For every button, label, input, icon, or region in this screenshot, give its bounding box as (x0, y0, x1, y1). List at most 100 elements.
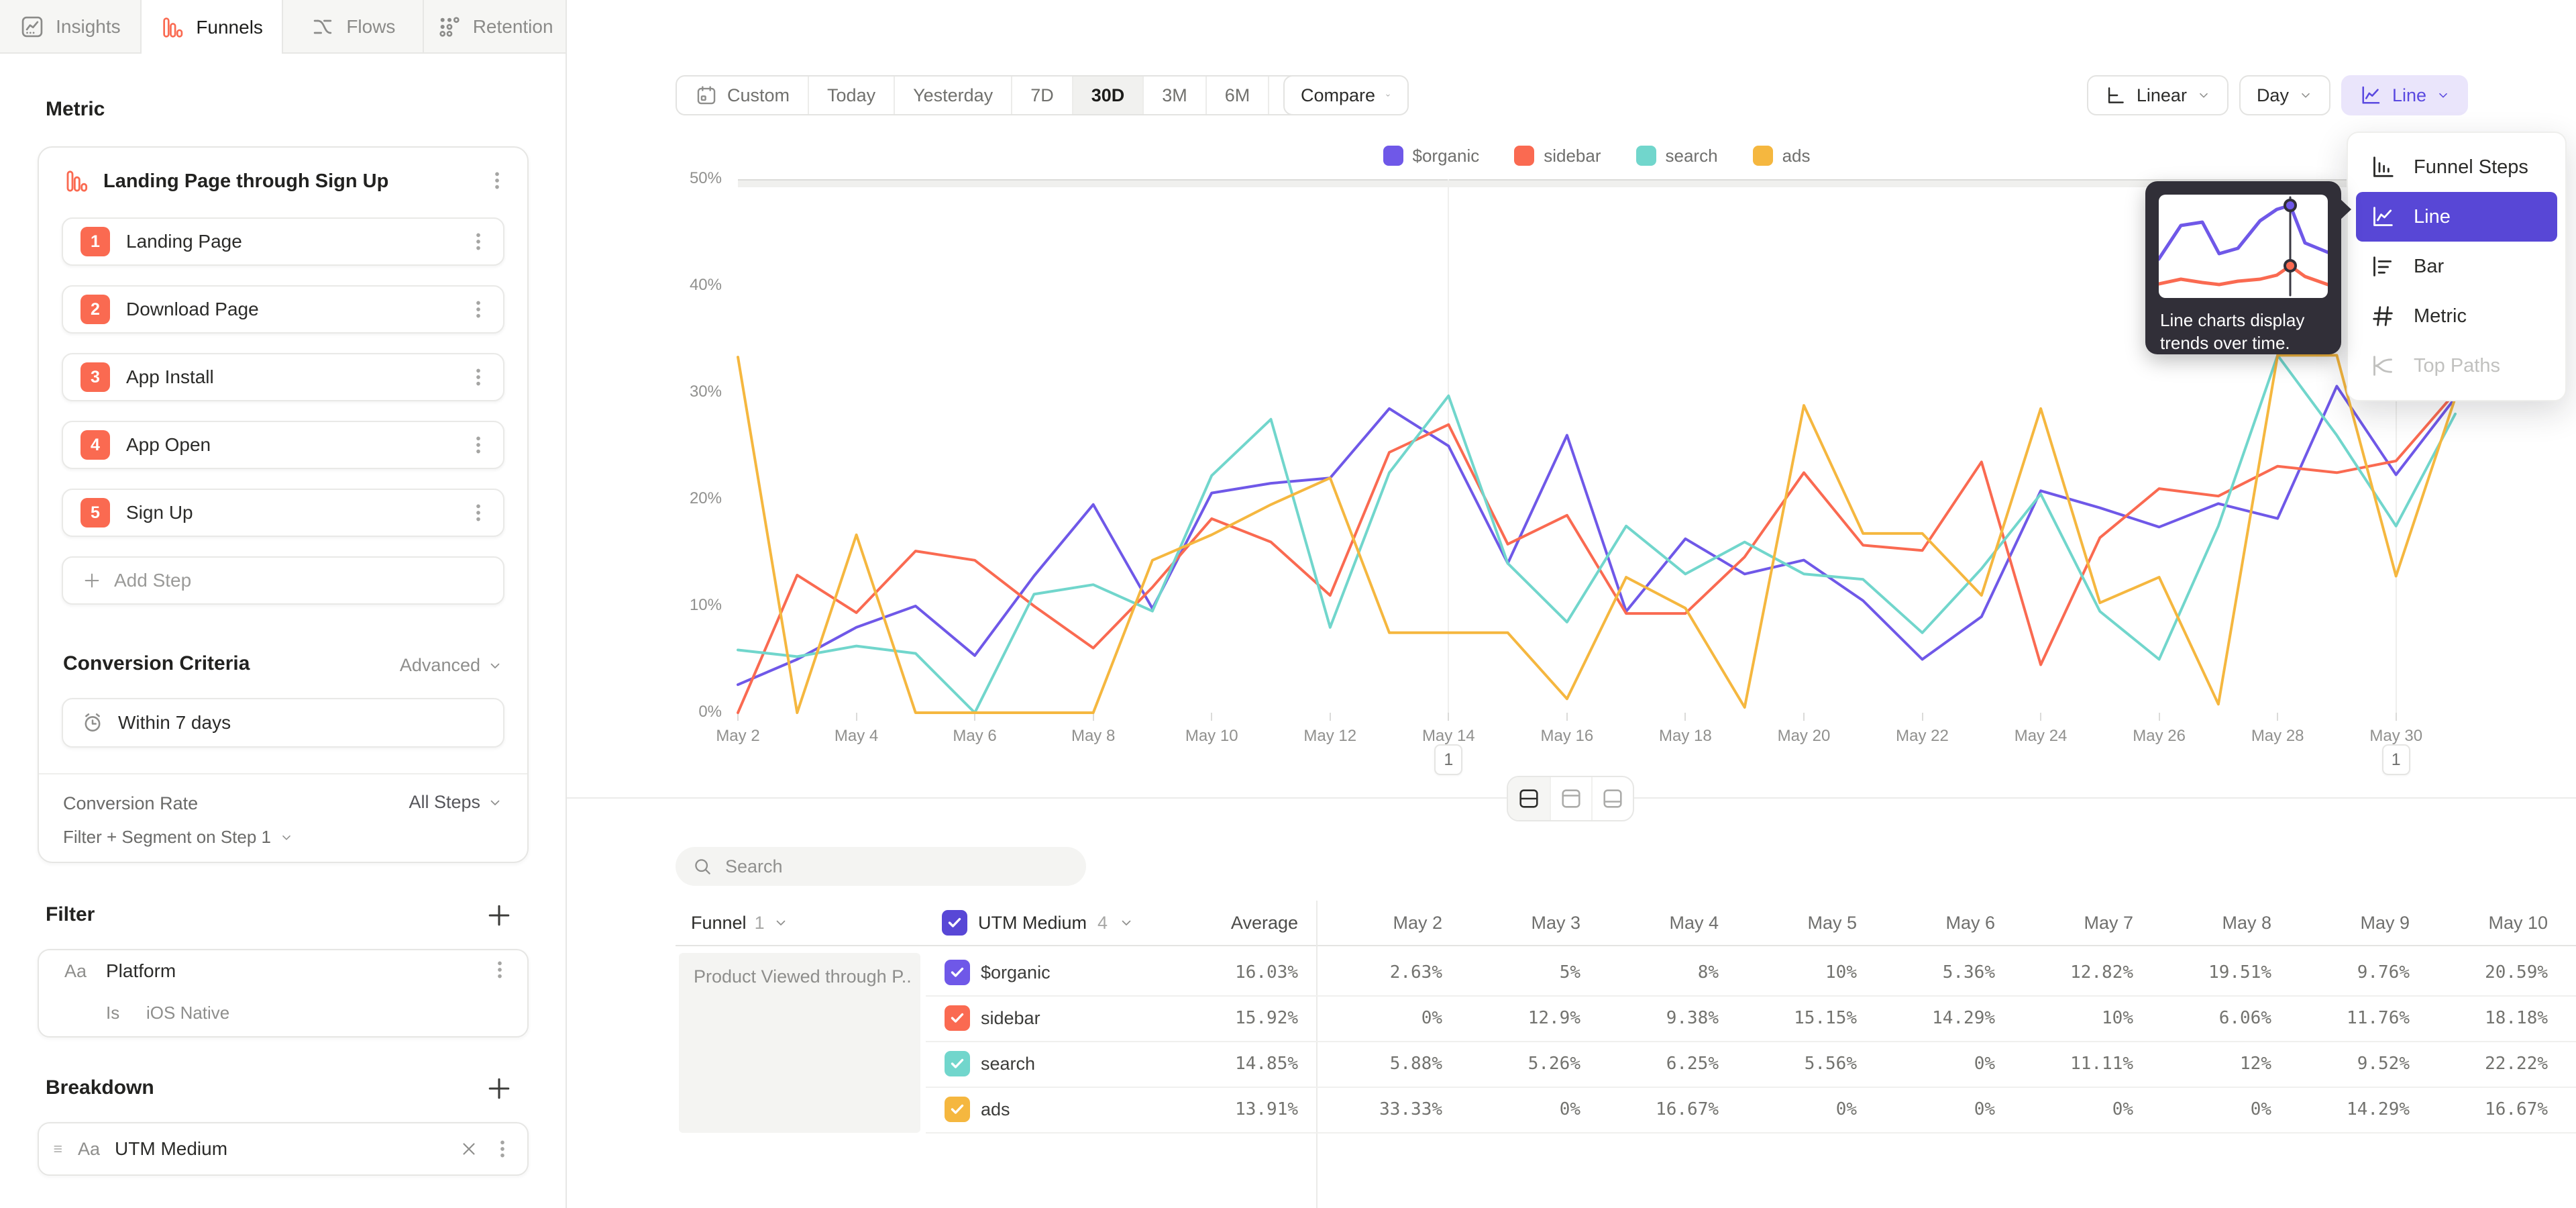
scale-button[interactable]: Linear (2087, 75, 2229, 115)
linechart-icon (2369, 203, 2396, 230)
series-name: sidebar (981, 995, 1040, 1041)
range-label: Custom (727, 85, 790, 106)
x-axis-tick (856, 713, 857, 721)
search-box[interactable] (676, 847, 1086, 886)
funnel-step-row[interactable]: 3App Install (62, 353, 504, 401)
series-checkbox-search[interactable] (945, 1051, 970, 1076)
filter-operator[interactable]: Is (106, 1003, 119, 1023)
linear-scale-icon (2104, 84, 2127, 107)
step-kebab-icon[interactable] (467, 230, 490, 253)
range-custom[interactable]: Custom (677, 77, 808, 114)
series-average: 13.91% (1164, 1087, 1298, 1132)
chevron-down-icon (773, 915, 789, 931)
step-kebab-icon[interactable] (467, 298, 490, 321)
metric-kebab-icon[interactable] (486, 169, 508, 192)
step-kebab-icon[interactable] (467, 501, 490, 524)
chart-type-button[interactable]: Line (2341, 75, 2468, 115)
search-input[interactable] (725, 856, 1047, 877)
tab-funnels[interactable]: Funnels (142, 0, 283, 55)
funnel-step-row[interactable]: 2Download Page (62, 285, 504, 334)
series-checkbox-ads[interactable] (945, 1097, 970, 1122)
range-today[interactable]: Today (808, 77, 894, 114)
menu-item-funnel-steps[interactable]: Funnel Steps (2348, 142, 2565, 192)
legend-item-search[interactable]: search (1636, 146, 1718, 166)
view-toggle-chart-only[interactable] (1550, 777, 1591, 820)
tab-insights[interactable]: Insights (0, 0, 142, 54)
compare-label: Compare (1301, 85, 1375, 106)
table-cell: 19.51% (2137, 950, 2271, 995)
step-kebab-icon[interactable] (467, 366, 490, 389)
filter-kebab-icon[interactable] (488, 958, 511, 981)
step-kebab-icon[interactable] (467, 434, 490, 456)
legend-label: sidebar (1544, 146, 1601, 166)
menu-item-metric[interactable]: Metric (2348, 291, 2565, 341)
legend-item-organic[interactable]: $organic (1383, 146, 1480, 166)
table-cell: 0% (1861, 1041, 1995, 1087)
table-cell: 8% (1585, 950, 1719, 995)
view-toggle-split-view[interactable] (1508, 777, 1550, 820)
tab-flows[interactable]: Flows (283, 0, 425, 54)
series-checkbox-sidebar[interactable] (945, 1005, 970, 1031)
x-axis-label: May 6 (928, 727, 1022, 746)
breakdown-column-dropdown[interactable]: UTM Medium4 (942, 901, 1134, 945)
barchart-icon (2369, 253, 2396, 280)
filter-heading: Filter (46, 903, 95, 926)
legend-item-sidebar[interactable]: sidebar (1514, 146, 1601, 166)
breakdown-kebab-icon[interactable] (491, 1138, 514, 1160)
filter-property-label: Platform (106, 960, 176, 982)
compare-button[interactable]: Compare (1283, 75, 1409, 115)
range-6m[interactable]: 6M (1205, 77, 1269, 114)
filter-segment-dropdown[interactable]: Filter + Segment on Step 1 (63, 827, 294, 848)
series-line-sidebar (738, 393, 2455, 713)
conversion-window-button[interactable]: Within 7 days (62, 698, 504, 748)
funnel-selector-dropdown[interactable]: Funnel1 (691, 901, 789, 945)
filter-value[interactable]: iOS Native (146, 1003, 229, 1023)
range-label: Today (827, 85, 875, 106)
x-axis-tick (1922, 713, 1923, 721)
interval-button[interactable]: Day (2239, 75, 2330, 115)
y-axis-label: 40% (671, 276, 722, 295)
funnel-step-row[interactable]: 4App Open (62, 421, 504, 469)
metric-title: Landing Page through Sign Up (103, 170, 388, 193)
series-checkbox-organic[interactable] (945, 960, 970, 985)
annotation-badge[interactable]: 1 (2382, 744, 2410, 775)
funnel-step-row[interactable]: 1Landing Page (62, 217, 504, 266)
tab-retention[interactable]: Retention (424, 0, 566, 54)
add-step-button[interactable]: Add Step (62, 556, 504, 605)
row-group-cell[interactable]: Product Viewed through P... (679, 953, 920, 1133)
conversion-rate-steps-dropdown[interactable]: All Steps (409, 792, 503, 813)
table-cell: 5.36% (1861, 950, 1995, 995)
tab-label: Funnels (196, 17, 263, 38)
filter-card[interactable]: Aa Platform Is iOS Native (38, 949, 529, 1038)
range-3m[interactable]: 3M (1142, 77, 1205, 114)
menu-item-line[interactable]: Line (2356, 192, 2557, 242)
range-7d[interactable]: 7D (1011, 77, 1072, 114)
close-icon[interactable] (459, 1139, 479, 1159)
series-name: search (981, 1041, 1035, 1087)
date-column-header: May 5 (1723, 901, 1857, 945)
retention-icon (437, 14, 462, 40)
menu-item-bar[interactable]: Bar (2348, 242, 2565, 291)
layout-split-view-icon (1517, 787, 1541, 811)
table-cell: 0% (1999, 1087, 2133, 1132)
view-toggle-table-only[interactable] (1591, 777, 1633, 820)
range-yesterday[interactable]: Yesterday (894, 77, 1011, 114)
range-30d[interactable]: 30D (1072, 77, 1143, 114)
series-average: 15.92% (1164, 995, 1298, 1041)
chevron-down-icon (487, 658, 503, 674)
funnel-step-row[interactable]: 5Sign Up (62, 489, 504, 537)
add-filter-button[interactable] (484, 901, 514, 930)
step-label: App Install (126, 366, 214, 388)
breakdown-card[interactable]: Aa UTM Medium (38, 1122, 529, 1176)
x-axis-tick (1211, 713, 1212, 721)
series-name: ads (981, 1087, 1010, 1132)
chart-controls: Linear Day Line (2087, 75, 2468, 115)
legend-item-ads[interactable]: ads (1753, 146, 1811, 166)
annotation-badge[interactable]: 1 (1434, 744, 1462, 775)
add-breakdown-button[interactable] (484, 1074, 514, 1103)
drag-handle-icon[interactable] (51, 1140, 68, 1158)
select-all-checkbox[interactable] (942, 910, 967, 936)
layout-table-only-icon (1601, 787, 1625, 811)
advanced-dropdown[interactable]: Advanced (400, 655, 503, 676)
x-axis-tick (1330, 713, 1331, 721)
